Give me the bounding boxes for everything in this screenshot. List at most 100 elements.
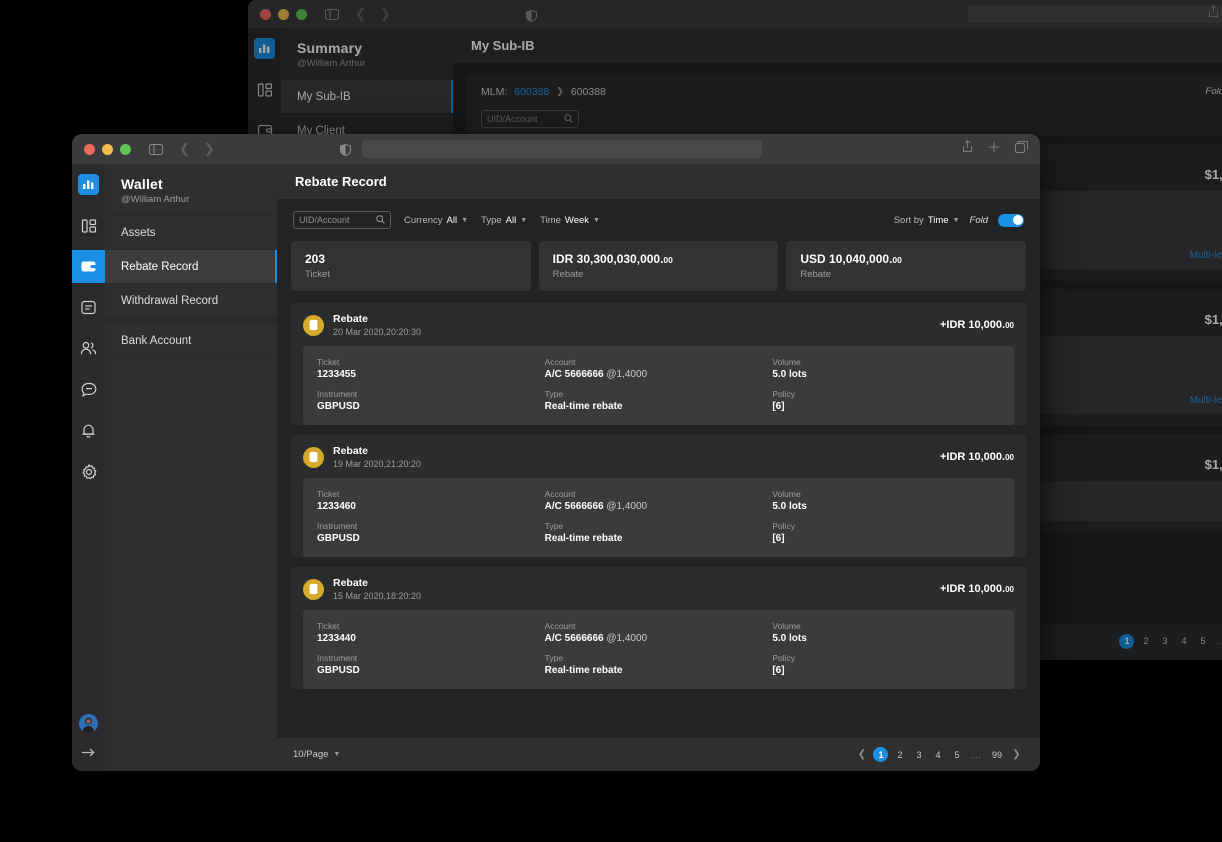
chart-logo-icon[interactable] [78,174,99,195]
forward-nav-icon[interactable]: ❯ [204,141,215,157]
filter-currency[interactable]: Currency All ▼ [404,215,468,226]
minimize-window-button[interactable] [102,143,113,155]
back-page-2[interactable]: 2 [1138,634,1153,649]
maximize-window-button[interactable] [120,143,131,155]
field-label: Ticket [317,621,340,631]
nav-label: Bank Account [121,334,192,347]
sort-by-value: Time [927,214,949,226]
sidebar-item-dashboard[interactable] [72,209,105,242]
chart-logo-icon[interactable] [254,38,275,59]
breadcrumb-link[interactable]: 600388 [514,86,549,98]
search-icon[interactable] [376,211,385,229]
page-4-button[interactable]: 4 [930,747,945,762]
back-rail-dashboard[interactable] [248,73,281,106]
close-window-button[interactable] [260,8,271,20]
search-input[interactable]: UID/Account [293,211,391,229]
maximize-window-button[interactable] [296,8,307,20]
field-value: [6] [772,401,785,412]
front-nav-panel[interactable]: Wallet @William Arthur Assets Rebate Rec… [105,164,277,771]
collapse-sidebar-icon[interactable] [81,745,96,763]
page-5-button[interactable]: 5 [949,747,964,762]
shield-icon[interactable] [526,9,537,27]
back-page-3[interactable]: 3 [1157,634,1172,649]
back-search-input[interactable]: UID/Account [481,110,579,128]
field-label: Type [544,521,564,531]
sidebar-item-withdrawal-record[interactable]: Withdrawal Record [105,284,277,318]
sidebar-item-wallet[interactable] [72,250,105,283]
back-nav-label: My Sub-IB [297,90,351,103]
sidebar-item-settings[interactable] [72,455,105,488]
foreground-browser-window[interactable]: ❮ ❯ Wallet @William Arthur Assets Rebate… [72,134,1040,771]
field-label: Account [544,357,576,367]
front-rail-bottom[interactable] [79,714,98,763]
per-page-selector[interactable]: 10/Page ▼ [293,749,340,760]
front-traffic-lights[interactable] [84,143,131,155]
back-pagination[interactable]: 1 2 3 4 5 ... 99 ❯ [1119,633,1222,649]
sidebar-item-users[interactable] [72,332,105,365]
page-1-button[interactable]: 1 [873,747,889,762]
sidebar-item-assets[interactable]: Assets [105,216,277,250]
back-nav-item-my-sub-ib[interactable]: My Sub-IB [281,80,453,114]
plus-icon[interactable] [988,140,1000,158]
account-rate: @1,4000 [606,369,648,380]
filter-type[interactable]: Type All ▼ [481,215,527,226]
summary-label: Ticket [305,269,330,280]
page-2-button[interactable]: 2 [892,747,907,762]
sidebar-item-bank-account[interactable]: Bank Account [105,324,277,358]
field-value: A/C 5666666 @1,4000 [545,369,773,380]
back-window-titlebar: ❮ ❯ [248,0,1222,28]
sidebar-item-documents[interactable] [72,291,105,324]
breadcrumb[interactable]: MLM: 600388 ❯ 600388 [481,86,606,98]
pagination[interactable]: ❮ 1 2 3 4 5 ... 99 ❯ [854,747,1024,762]
page-99-button[interactable]: 99 [989,747,1005,762]
minimize-window-button[interactable] [278,8,289,20]
multi-level-link[interactable]: Multi-level ❯ [1190,250,1222,261]
sidebar-icon[interactable] [149,143,163,155]
field-type: Type Real-time rebate [545,521,773,544]
back-toolbar-actions[interactable] [1208,5,1222,23]
sort-by-control[interactable]: Sort by Time ▼ [894,215,960,226]
prev-page-icon[interactable]: ❮ [854,747,869,762]
share-icon[interactable] [962,140,973,158]
front-address-bar[interactable] [362,140,762,158]
account-handle: @William Arthur [121,194,190,205]
multi-level-link[interactable]: Multi-level ❯ [1190,395,1222,406]
field-value: GBPUSD [317,665,360,676]
share-icon[interactable] [1208,5,1219,23]
field-value: A/C 5666666 @1,4000 [545,633,773,644]
search-icon[interactable] [564,110,573,128]
filter-time[interactable]: Time Week ▼ [540,215,600,226]
account-number: A/C 5666666 [544,501,607,512]
back-nav-icon[interactable]: ❮ [179,141,190,157]
back-nav-icon[interactable]: ❮ [355,6,366,22]
avatar[interactable] [79,714,98,733]
record-date: 20 Mar 2020,20:20:30 [333,327,422,337]
filter-currency-label: Currency [404,214,443,226]
back-page-5[interactable]: 5 [1195,634,1210,649]
back-nav-title: Summary [297,40,363,56]
back-page-4[interactable]: 4 [1176,634,1191,649]
next-page-icon[interactable]: ❯ [1009,747,1024,762]
sidebar-item-rebate-record[interactable]: Rebate Record [105,250,277,284]
field-type: Type Real-time rebate [545,389,773,412]
field-label: Instrument [317,389,358,399]
fold-toggle[interactable] [998,213,1024,227]
rebate-record-card[interactable]: Rebate 20 Mar 2020,20:20:30 +IDR 10,000.… [291,303,1026,425]
front-icon-rail[interactable] [72,164,105,771]
field-instrument: Instrument GBPUSD [317,521,545,544]
front-toolbar-actions[interactable] [962,140,1028,158]
tabs-icon[interactable] [1015,140,1028,158]
close-window-button[interactable] [84,143,95,155]
back-traffic-lights[interactable] [260,8,307,20]
page-3-button[interactable]: 3 [911,747,926,762]
back-address-bar[interactable] [968,5,1222,23]
rebate-record-card[interactable]: Rebate 15 Mar 2020,18:20:20 +IDR 10,000.… [291,567,1026,689]
rebate-record-card[interactable]: Rebate 19 Mar 2020,21:20:20 +IDR 10,000.… [291,435,1026,557]
back-page-1[interactable]: 1 [1119,633,1135,649]
forward-nav-icon[interactable]: ❯ [380,6,391,22]
sidebar-item-chat[interactable] [72,373,105,406]
sidebar-item-notifications[interactable] [72,414,105,447]
shield-icon[interactable] [340,143,351,161]
sidebar-icon[interactable] [325,8,339,20]
field-type: Type Real-time rebate [545,653,773,676]
